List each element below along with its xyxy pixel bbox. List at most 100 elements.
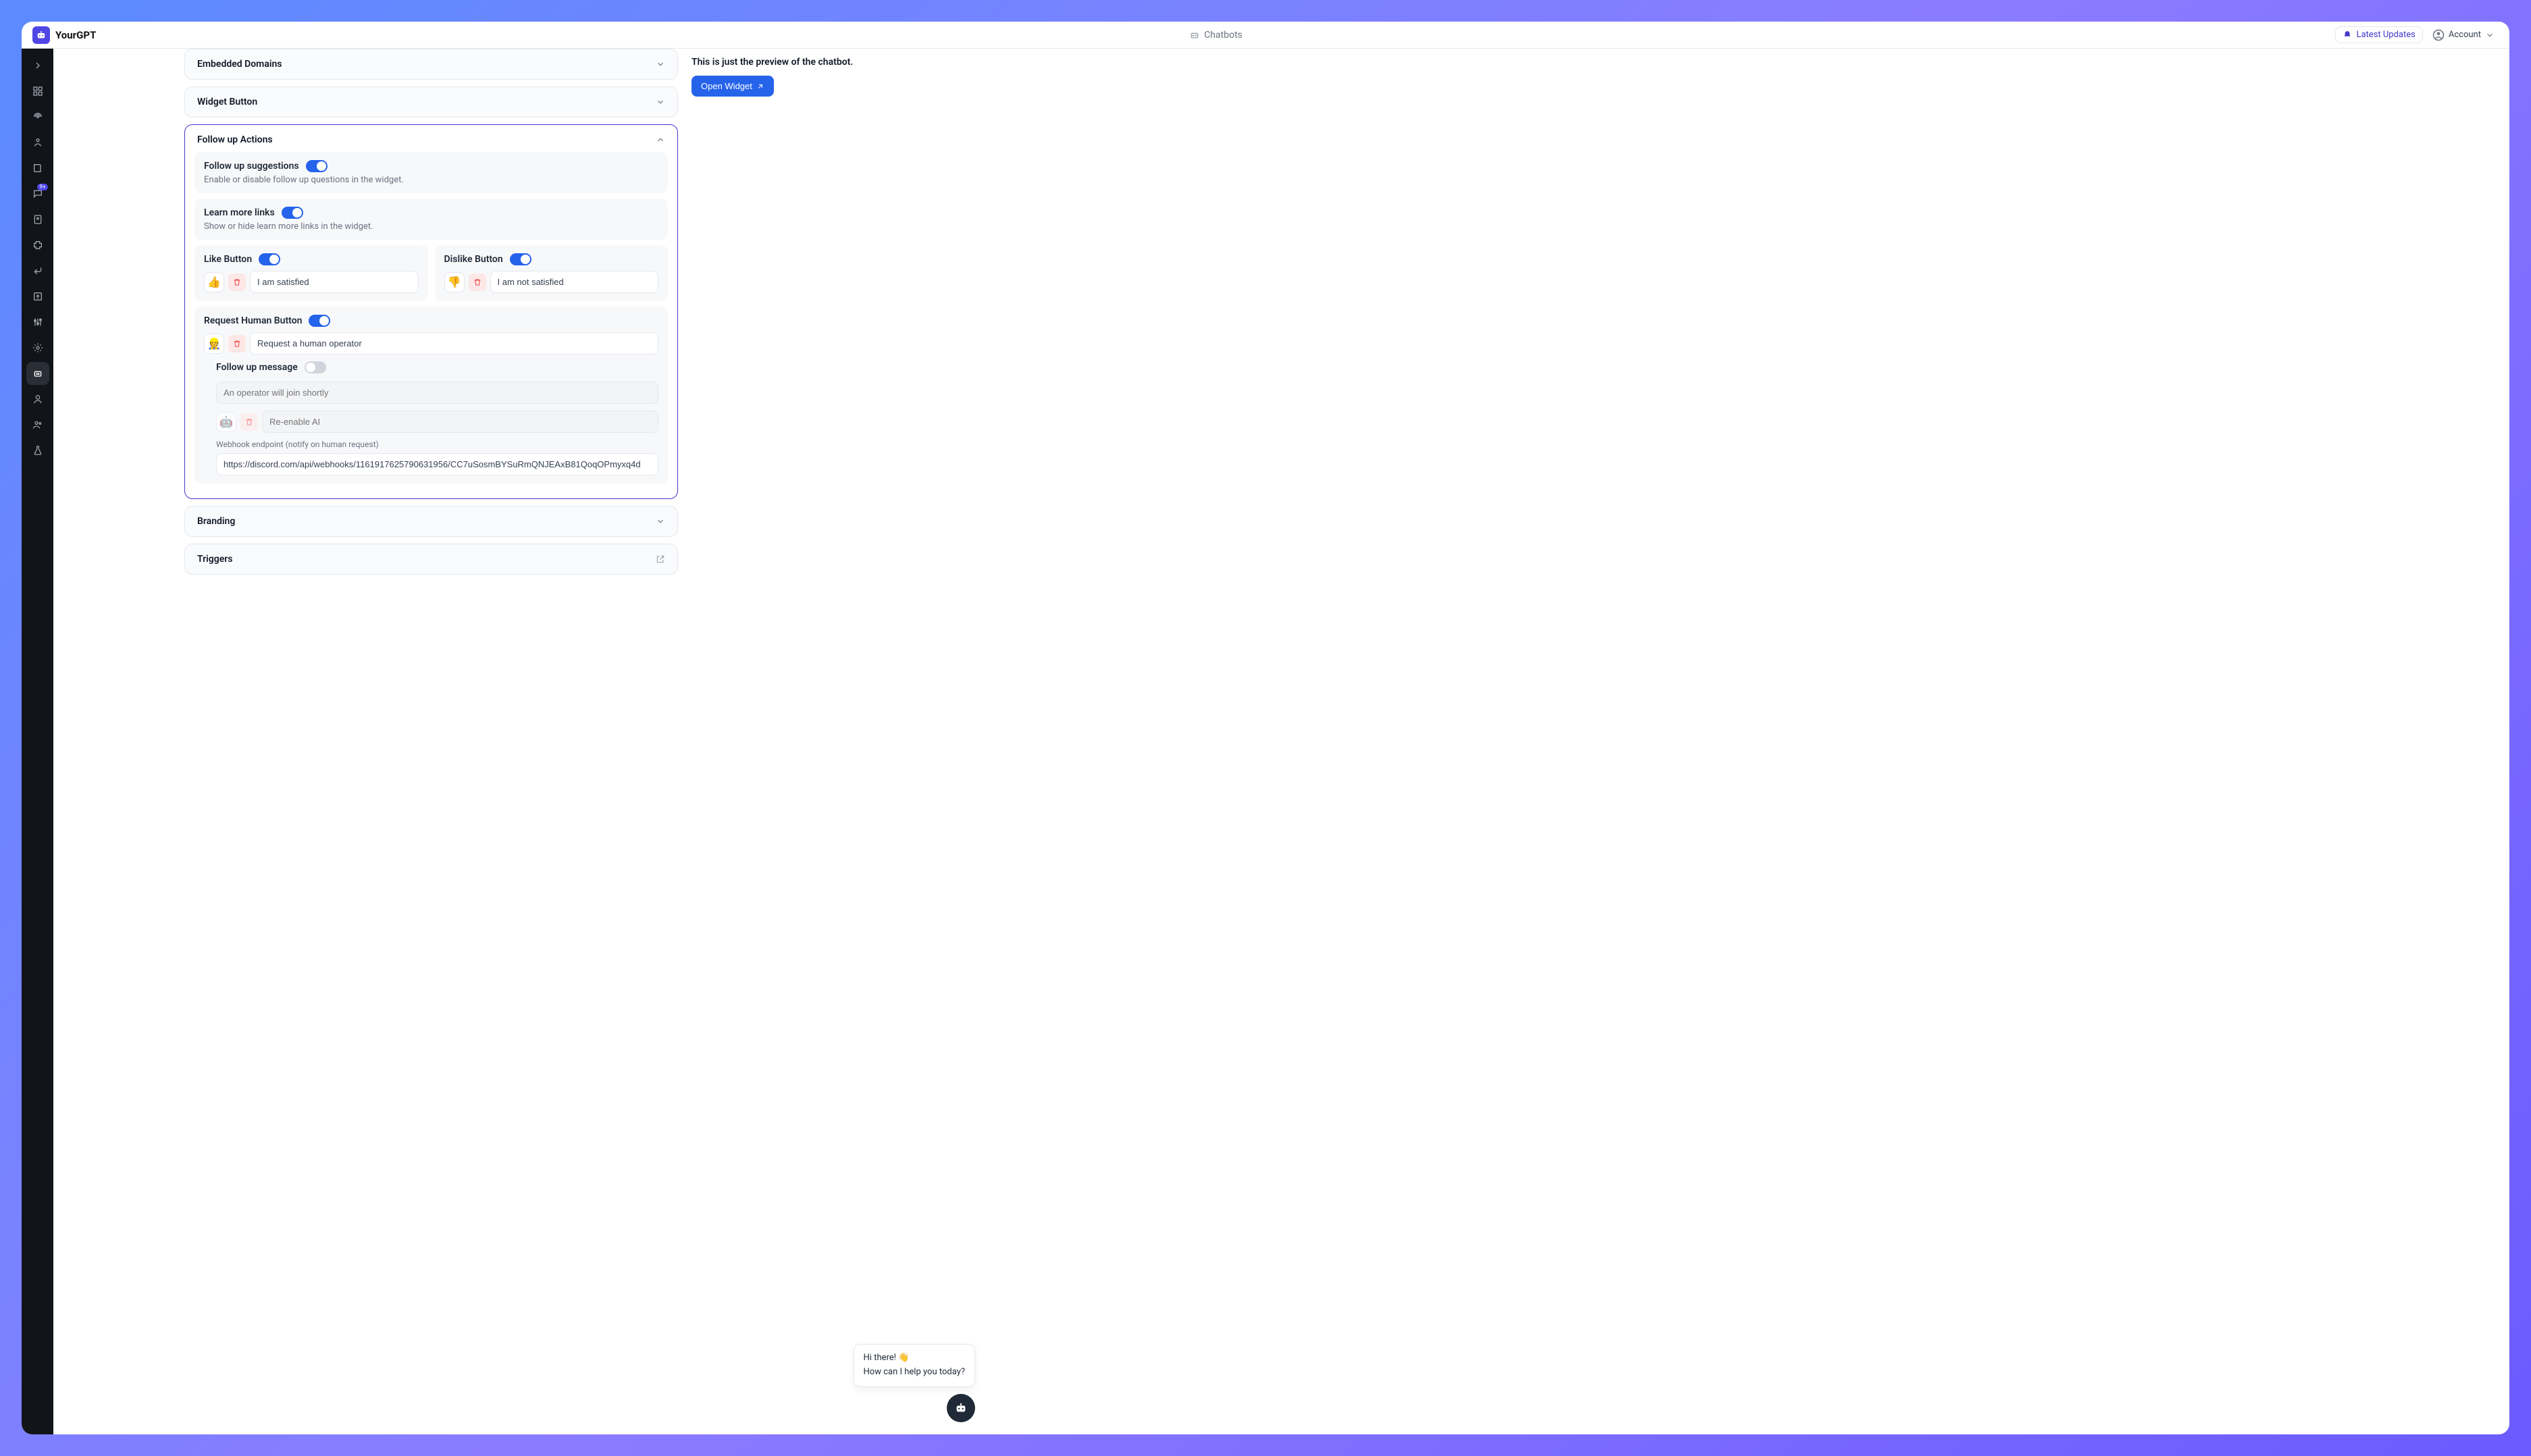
dislike-text-input[interactable] (490, 271, 659, 293)
main: Embedded Domains Widget Button Follow up… (53, 49, 2509, 1434)
user-icon (32, 394, 43, 405)
learn-more-links-desc: Show or hide learn more links in the wid… (204, 222, 658, 232)
account-button[interactable]: Account (2428, 26, 2499, 44)
logo-icon (32, 26, 50, 44)
tab-chatbots-label: Chatbots (1204, 30, 1243, 41)
sidebar-widget[interactable] (26, 362, 49, 385)
triggers-title: Triggers (197, 554, 233, 565)
account-label: Account (2449, 30, 2481, 40)
open-widget-button[interactable]: Open Widget (692, 76, 774, 97)
like-button-title: Like Button (204, 254, 252, 265)
follow-up-message-input[interactable] (216, 382, 658, 404)
sidebar-tune[interactable] (26, 311, 49, 334)
dislike-emoji-button[interactable]: 👎 (444, 272, 465, 292)
chevron-down-icon (656, 59, 665, 69)
dislike-button-block: Dislike Button 👎 (435, 245, 669, 301)
sidebar-chat[interactable]: 9+ (26, 182, 49, 205)
request-human-delete-button[interactable] (228, 335, 246, 353)
sidebar-export[interactable] (26, 285, 49, 308)
latest-updates-button[interactable]: Latest Updates (2335, 26, 2422, 43)
arrow-up-right-icon (756, 82, 764, 90)
chat-greeting-bubble: Hi there! 👋 How can I help you today? (854, 1344, 975, 1387)
section-triggers[interactable]: Triggers (184, 544, 678, 575)
like-text-input[interactable] (250, 271, 419, 293)
section-branding[interactable]: Branding (184, 506, 678, 537)
chevron-down-icon (656, 97, 665, 107)
like-button-toggle[interactable] (259, 253, 280, 265)
reply-icon (32, 265, 43, 276)
bot-icon (32, 137, 43, 148)
trash-icon (233, 278, 241, 286)
preview-notice: This is just the preview of the chatbot. (692, 57, 989, 68)
widget-button-title: Widget Button (197, 97, 257, 107)
sidebar-reply[interactable] (26, 259, 49, 282)
webhook-label: Webhook endpoint (notify on human reques… (216, 440, 658, 449)
chevron-up-icon (656, 135, 665, 145)
chevron-down-icon (2485, 30, 2495, 40)
follow-up-message-toggle[interactable] (305, 361, 326, 373)
open-widget-label: Open Widget (701, 81, 752, 91)
sidebar-bot[interactable] (26, 131, 49, 154)
gear-icon (32, 342, 43, 353)
follow-up-suggestions-toggle[interactable] (306, 160, 328, 172)
section-widget-button[interactable]: Widget Button (184, 86, 678, 118)
chat-line-1: Hi there! 👋 (864, 1351, 965, 1366)
sidebar-expand[interactable] (26, 54, 49, 77)
sidebar-settings[interactable] (26, 336, 49, 359)
follow-up-suggestions-title: Follow up suggestions (204, 161, 299, 172)
robot-icon (954, 1401, 968, 1415)
follow-up-message-title: Follow up message (216, 362, 298, 373)
follow-up-suggestions-desc: Enable or disable follow up questions in… (204, 175, 658, 185)
chat-line-2: How can I help you today? (864, 1366, 965, 1380)
header-left: YourGPT (32, 26, 96, 44)
learn-more-links-block: Learn more links Show or hide learn more… (194, 199, 668, 240)
request-human-emoji-button[interactable]: 👷 (204, 334, 224, 354)
sidebar-book[interactable] (26, 157, 49, 180)
request-human-text-input[interactable] (250, 332, 658, 355)
sidebar-users[interactable] (26, 413, 49, 436)
external-link-icon (656, 554, 665, 564)
sidebar-flask[interactable] (26, 439, 49, 462)
export-icon (32, 291, 43, 302)
sidebar-contact[interactable] (26, 208, 49, 231)
chevron-down-icon (656, 517, 665, 526)
header-right: Latest Updates Account (2335, 26, 2499, 44)
like-delete-button[interactable] (228, 274, 246, 291)
user-circle-icon (2432, 29, 2445, 41)
webhook-input[interactable] (216, 453, 658, 475)
header-tabs[interactable]: Chatbots (1189, 30, 1243, 41)
learn-more-links-title: Learn more links (204, 207, 275, 218)
widget-icon (32, 368, 43, 379)
section-embedded-domains[interactable]: Embedded Domains (184, 49, 678, 80)
request-human-toggle[interactable] (309, 315, 330, 327)
request-human-block: Request Human Button 👷 Follow up mes (194, 307, 668, 484)
follow-up-actions-header[interactable]: Follow up Actions (185, 125, 677, 152)
users-icon (32, 419, 43, 430)
chevron-right-icon (32, 60, 43, 71)
dislike-button-toggle[interactable] (510, 253, 531, 265)
embedded-domains-title: Embedded Domains (197, 59, 282, 70)
reenable-emoji-button[interactable]: 🤖 (216, 412, 236, 432)
sidebar-signal[interactable] (26, 105, 49, 128)
signal-icon (32, 111, 43, 122)
body: 9+ Embedded Domains (22, 49, 2509, 1434)
app-window: YourGPT Chatbots Latest Updates Account (22, 22, 2509, 1434)
trash-icon (473, 278, 481, 286)
dislike-delete-button[interactable] (469, 274, 486, 291)
puzzle-icon (32, 240, 43, 251)
request-human-title: Request Human Button (204, 315, 302, 326)
sliders-icon (32, 317, 43, 328)
trash-icon (245, 418, 253, 426)
sidebar-puzzle[interactable] (26, 234, 49, 257)
reenable-delete-button[interactable] (240, 413, 258, 431)
learn-more-links-toggle[interactable] (282, 207, 303, 219)
like-button-block: Like Button 👍 (194, 245, 428, 301)
bell-icon (2343, 30, 2352, 40)
sidebar-dashboard[interactable] (26, 80, 49, 103)
robot-icon (1189, 30, 1200, 41)
sidebar-user[interactable] (26, 388, 49, 411)
chat-fab-button[interactable] (947, 1394, 975, 1422)
like-emoji-button[interactable]: 👍 (204, 272, 224, 292)
book-icon (32, 163, 43, 174)
reenable-text-input[interactable] (262, 411, 658, 433)
